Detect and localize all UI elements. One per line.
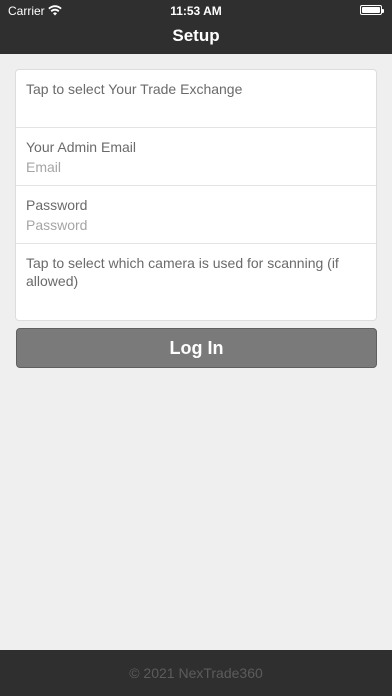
footer: © 2021 NexTrade360 — [0, 650, 392, 696]
trade-exchange-label: Tap to select Your Trade Exchange — [26, 81, 243, 97]
status-time: 11:53 AM — [170, 4, 222, 18]
password-label: Password — [26, 197, 88, 213]
password-row: Password — [16, 186, 376, 244]
trade-exchange-selector[interactable]: Tap to select Your Trade Exchange — [16, 70, 376, 128]
camera-selector[interactable]: Tap to select which camera is used for s… — [16, 244, 376, 322]
copyright-text: © 2021 NexTrade360 — [129, 665, 263, 681]
email-field[interactable] — [26, 159, 366, 175]
login-button[interactable]: Log In — [16, 328, 377, 368]
email-row: Your Admin Email — [16, 128, 376, 186]
password-field[interactable] — [26, 217, 366, 233]
top-bar: Carrier 11:53 AM Setup — [0, 0, 392, 54]
camera-label: Tap to select which camera is used for s… — [26, 255, 339, 289]
battery-icon — [360, 5, 384, 15]
page-title: Setup — [172, 26, 220, 45]
setup-screen: Carrier 11:53 AM Setup Tap to select You… — [0, 0, 392, 696]
setup-form: Tap to select Your Trade Exchange Your A… — [15, 69, 377, 321]
email-label: Your Admin Email — [26, 139, 136, 155]
status-bar: Carrier 11:53 AM — [0, 0, 392, 20]
